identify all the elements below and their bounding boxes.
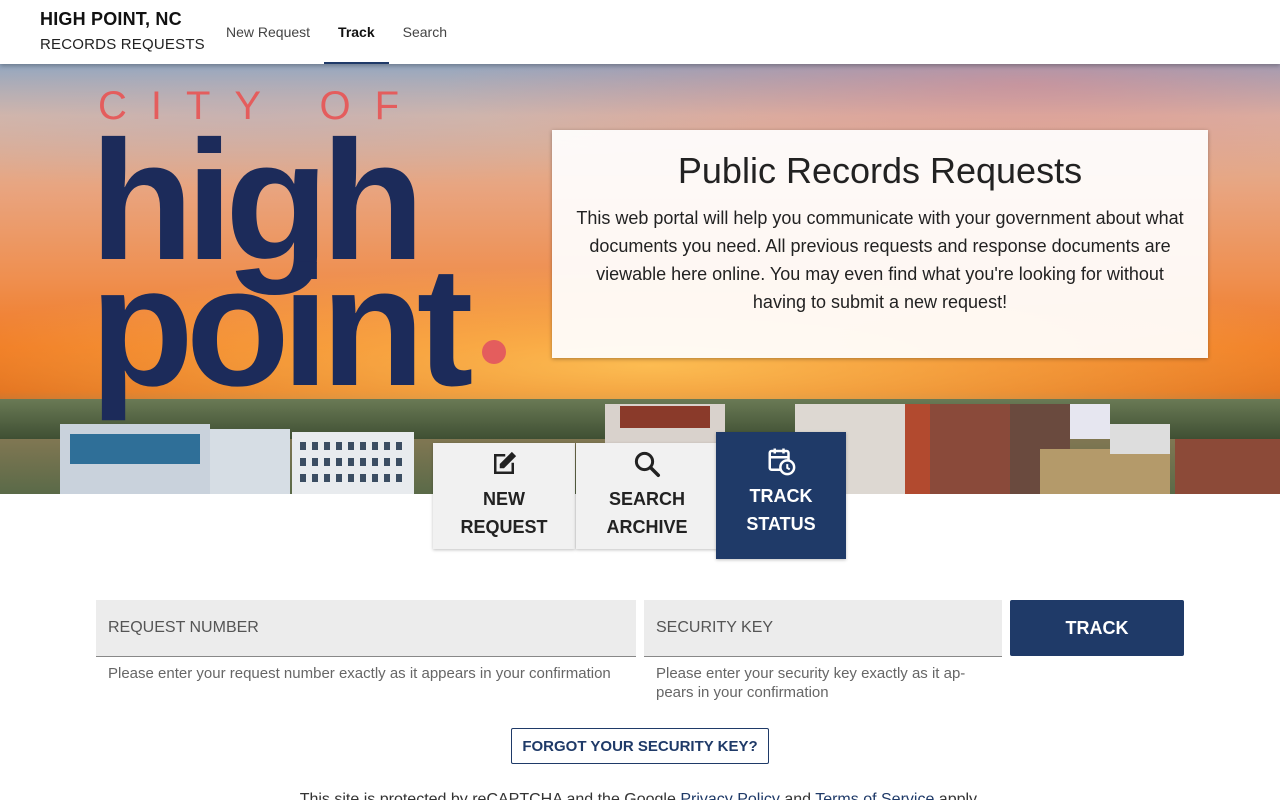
edit-icon bbox=[494, 451, 517, 474]
track-button[interactable]: TRACK bbox=[1010, 600, 1184, 656]
security-key-input[interactable] bbox=[644, 600, 1002, 656]
forgot-security-key-button[interactable]: FORGOT YOUR SECURITY KEY? bbox=[511, 728, 769, 764]
recaptcha-text-prefix: This site is protected by reCAPTCHA and … bbox=[299, 791, 681, 800]
terms-of-service-link[interactable]: Terms of Service bbox=[815, 791, 934, 800]
brand[interactable]: HIGH POINT, NC RECORDS REQUESTS bbox=[40, 9, 205, 53]
recaptcha-text-suffix: apply. bbox=[934, 791, 981, 800]
search-icon bbox=[634, 451, 660, 477]
calendar-clock-icon bbox=[768, 448, 796, 476]
hero-banner: CITY OF high point Public Records Reques… bbox=[0, 64, 1280, 494]
main-nav: New Request Track Search bbox=[212, 0, 461, 64]
tile-label-line1: NEW bbox=[483, 489, 525, 509]
request-number-field bbox=[96, 600, 636, 657]
tile-label-line2: REQUEST bbox=[460, 517, 548, 537]
logo-dot bbox=[482, 340, 506, 364]
info-description: This web portal will help you communicat… bbox=[576, 208, 1184, 312]
recaptcha-text-and: and bbox=[779, 791, 816, 800]
request-number-hint: Please enter your request number exactly… bbox=[108, 665, 611, 682]
tile-label-line2: STATUS bbox=[746, 514, 816, 534]
tab-track[interactable]: Track bbox=[324, 0, 389, 64]
request-number-input[interactable] bbox=[96, 600, 636, 656]
privacy-policy-link[interactable]: Privacy Policy bbox=[680, 791, 780, 800]
new-request-tile[interactable]: NEW REQUEST bbox=[433, 443, 575, 549]
top-header: HIGH POINT, NC RECORDS REQUESTS New Requ… bbox=[0, 0, 1280, 64]
page-title: Public Records Requests bbox=[677, 150, 1083, 191]
security-key-hint: Please enter your security key exactly a… bbox=[656, 665, 966, 701]
tab-search[interactable]: Search bbox=[389, 0, 461, 64]
tile-label-line2: ARCHIVE bbox=[606, 517, 688, 537]
track-status-tile[interactable]: TRACK STATUS bbox=[716, 432, 846, 559]
logo-point: point bbox=[90, 232, 473, 422]
tile-label-line1: SEARCH bbox=[608, 489, 685, 509]
security-key-field bbox=[644, 600, 1002, 657]
tile-label-line1: TRACK bbox=[749, 486, 813, 506]
search-archive-tile[interactable]: SEARCH ARCHIVE bbox=[576, 443, 718, 549]
info-card: Public Records Requests This web portal … bbox=[552, 130, 1208, 358]
recaptcha-notice: This site is protected by reCAPTCHA and … bbox=[0, 791, 1280, 800]
brand-subtitle: RECORDS REQUESTS bbox=[40, 36, 205, 53]
tab-new-request[interactable]: New Request bbox=[212, 0, 324, 64]
brand-city: HIGH POINT, NC bbox=[40, 9, 182, 29]
